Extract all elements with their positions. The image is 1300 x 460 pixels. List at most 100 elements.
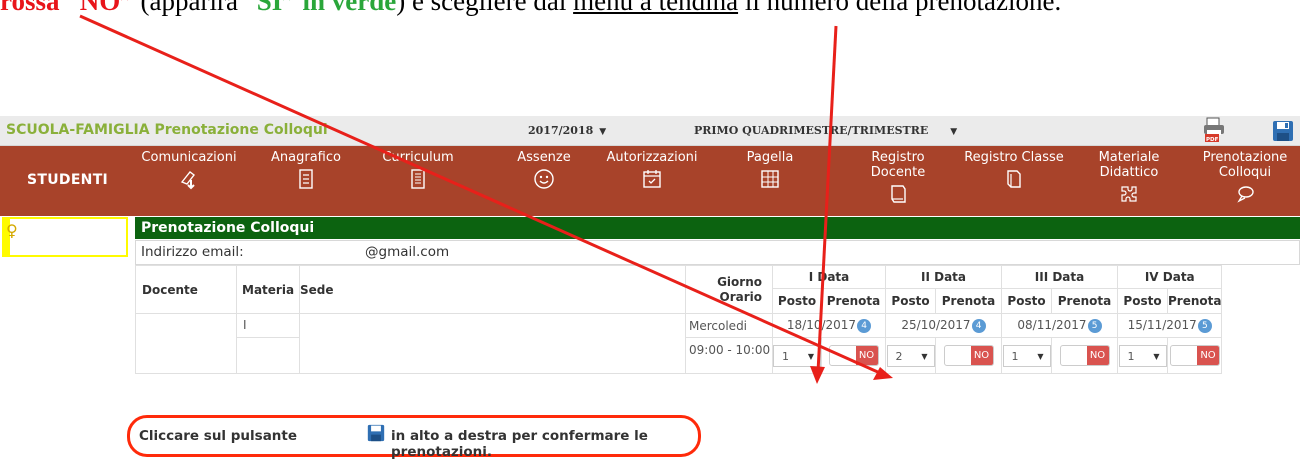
header-posto: Posto <box>1001 288 1052 314</box>
email-row: Indirizzo email: @gmail.com <box>135 240 1300 265</box>
cell-day: Mercoledi <box>685 313 773 338</box>
chat-icon <box>1237 186 1254 203</box>
period-select[interactable]: PRIMO QUADRIMESTRE/TRIMESTRE ▼ <box>694 124 957 137</box>
header-sede: Sede <box>299 265 686 314</box>
si-label-text: SI” in verde <box>256 0 397 16</box>
seat-value: 1 <box>1127 349 1135 363</box>
nav-item-autorizzazioni[interactable]: Autorizzazioni <box>597 150 707 190</box>
seat-select-2[interactable]: 2 ▼ <box>886 344 935 367</box>
nav-item-registro-classe[interactable]: Registro Classe <box>958 150 1070 190</box>
cell-book-1: NO <box>821 337 886 374</box>
email-label: Indirizzo email: <box>141 244 244 260</box>
save-icon[interactable] <box>1272 120 1294 142</box>
header-giorno-orario: Giorno Orario <box>685 265 773 314</box>
date-value: 08/11/2017 <box>1017 318 1087 333</box>
caret-down-icon: ▼ <box>599 127 607 137</box>
nav-label: Assenze <box>517 150 571 165</box>
nav-label: Anagrafico <box>271 150 341 165</box>
seat-select-1[interactable]: 1 ▼ <box>773 344 821 367</box>
nav-label: Comunicazioni <box>141 150 237 165</box>
female-icon: ♀ <box>6 221 18 240</box>
caret-down-icon: ▼ <box>807 351 814 361</box>
cell-materia: I <box>236 313 300 338</box>
register-book-icon <box>1007 170 1021 188</box>
students-label: STUDENTI <box>27 172 109 188</box>
cell-date-3: 08/11/2017 5 <box>1001 313 1118 338</box>
header-orario: Orario <box>719 289 763 304</box>
paper-download-icon <box>180 171 195 190</box>
no-label-text: rossa “NO” <box>0 0 134 16</box>
save-icon <box>367 424 385 442</box>
date-value: 25/10/2017 <box>901 318 971 333</box>
header-date-4: IV Data <box>1116 265 1223 289</box>
header-prenota: Prenota <box>1051 288 1118 314</box>
year-select[interactable]: 2017/2018 ▼ <box>528 124 606 137</box>
print-pdf-icon[interactable]: PDF <box>1203 117 1225 143</box>
svg-text:PDF: PDF <box>1206 137 1219 143</box>
nav-item-assenze[interactable]: Assenze <box>510 150 578 190</box>
dropdown-menu-text: menu a tendina <box>573 0 739 16</box>
puzzle-icon <box>1121 186 1137 202</box>
hint-text-2: in alto a destra per confermare le preno… <box>391 428 648 460</box>
nav-item-curriculum[interactable]: Curriculum <box>378 150 458 190</box>
header-giorno: Giorno <box>717 274 762 289</box>
nav-item-pagella[interactable]: Pagella <box>735 150 805 190</box>
cell-book-2: NO <box>935 337 1002 374</box>
header-docente: Docente <box>135 265 237 314</box>
seat-value: 1 <box>782 349 789 363</box>
year-value: 2017/2018 <box>528 124 594 137</box>
cell-time: 09:00 - 10:00 <box>685 337 773 374</box>
report-card-icon <box>761 170 779 188</box>
period-value: PRIMO QUADRIMESTRE/TRIMESTRE <box>694 124 929 137</box>
document-instruction-text: rossa “NO” (apparirà “SI” in verde) e sc… <box>0 0 1061 17</box>
calendar-check-icon <box>643 170 661 188</box>
caret-down-icon: ▼ <box>1153 351 1160 361</box>
nav-item-materiale-didattico[interactable]: Materiale Didattico <box>1085 150 1173 205</box>
no-label: NO <box>855 346 878 365</box>
date-value: 15/11/2017 <box>1127 318 1197 333</box>
doc-text-6: il numero della prenotazione. <box>738 0 1062 16</box>
caret-down-icon: ▼ <box>921 351 928 361</box>
confirm-instruction: Cliccare sul pulsante in alto a destra p… <box>127 415 701 460</box>
seat-select-4[interactable]: 1 ▼ <box>1118 344 1167 367</box>
no-label: NO <box>1197 346 1219 365</box>
no-label: NO <box>970 346 993 365</box>
seats-badge: 4 <box>971 318 986 333</box>
header-date-2: II Data <box>885 265 1002 289</box>
cell-seat-1: 1 ▼ <box>772 337 822 374</box>
nav-label-2: Colloqui <box>1218 165 1272 180</box>
header-prenota: Prenota <box>1166 288 1223 314</box>
seat-value: 1 <box>1011 349 1019 363</box>
header-posto: Posto <box>1117 288 1168 314</box>
doc-text-2: (apparirà “ <box>133 0 257 16</box>
hint-text-1: Cliccare sul pulsante <box>139 428 298 444</box>
nav-label-2: Didattico <box>1099 165 1159 180</box>
brand-name: SCUOLA-FAMIGLIA <box>6 122 150 138</box>
nav-label: Registro <box>871 150 925 165</box>
cell-materia-empty <box>236 337 300 374</box>
seat-select-3[interactable]: 1 ▼ <box>1002 344 1051 367</box>
seat-value: 2 <box>895 349 903 363</box>
cell-seat-4: 1 ▼ <box>1117 337 1168 374</box>
booking-toggle-1[interactable]: NO <box>828 345 879 366</box>
booking-toggle-4[interactable]: NO <box>1170 345 1220 366</box>
nav-item-anagrafico[interactable]: Anagrafico <box>262 150 350 190</box>
email-value: @gmail.com <box>365 244 450 260</box>
document-icon <box>299 169 313 189</box>
brand-module: Prenotazione Colloqui <box>154 122 328 138</box>
nav-label: Materiale <box>1098 150 1160 165</box>
nav-item-registro-docente[interactable]: Registro Docente <box>855 150 941 205</box>
cell-date-2: 25/10/2017 4 <box>885 313 1002 338</box>
student-selector[interactable]: ♀ <box>2 217 128 257</box>
nav-label: Autorizzazioni <box>606 150 698 165</box>
cell-date-4: 15/11/2017 5 <box>1116 313 1223 338</box>
cell-seat-3: 1 ▼ <box>1001 337 1052 374</box>
nav-label: Prenotazione <box>1202 150 1288 165</box>
app-title: SCUOLA-FAMIGLIA Prenotazione Colloqui <box>6 122 328 138</box>
nav-label: Pagella <box>746 150 794 165</box>
nav-item-prenotazione-colloqui[interactable]: Prenotazione Colloqui <box>1190 150 1300 205</box>
nav-item-comunicazioni[interactable]: Comunicazioni <box>140 150 238 190</box>
booking-toggle-2[interactable]: NO <box>943 345 994 366</box>
booking-toggle-3[interactable]: NO <box>1059 345 1110 366</box>
cell-sede <box>299 313 686 374</box>
